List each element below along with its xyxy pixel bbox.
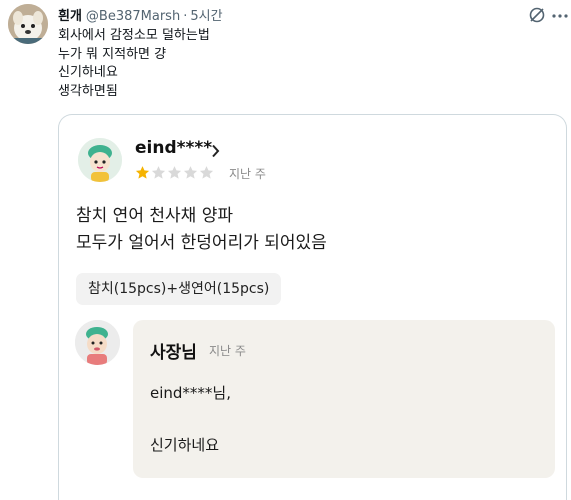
review-line: 참치 연어 천사채 양파 bbox=[76, 206, 233, 226]
reviewer-name[interactable]: eind**** bbox=[135, 138, 212, 158]
author-handle[interactable]: @Be387Marsh bbox=[86, 9, 180, 24]
separator-dot: · bbox=[183, 9, 188, 24]
star-filled-icon bbox=[135, 166, 150, 179]
tweet-line: 생각하면됨 bbox=[58, 83, 118, 99]
star-empty-icon bbox=[183, 166, 198, 179]
review-text: 참치 연어 천사채 양파 모두가 얼어서 한덩어리가 되어있음 bbox=[76, 203, 327, 257]
star-empty-icon bbox=[199, 166, 214, 179]
star-rating bbox=[135, 165, 215, 181]
dog-avatar-icon bbox=[8, 4, 48, 44]
more-icon[interactable] bbox=[552, 14, 568, 18]
tweet-line: 신기하네요 bbox=[58, 65, 118, 80]
owner-character-icon bbox=[75, 320, 120, 365]
owner-avatar bbox=[75, 320, 120, 365]
author-name[interactable]: 흰개 bbox=[58, 9, 82, 24]
reply-date: 지난 주 bbox=[209, 344, 246, 358]
owner-name: 사장님 bbox=[150, 343, 197, 363]
grok-icon[interactable] bbox=[528, 6, 546, 24]
chevron-right-icon[interactable] bbox=[211, 144, 220, 158]
tweet-line: 회사에서 감정소모 덜하는법 bbox=[58, 28, 210, 43]
reply-message: 신기하네요 bbox=[150, 436, 220, 454]
review-date: 지난 주 bbox=[229, 167, 266, 181]
star-empty-icon bbox=[151, 166, 166, 179]
tweet-line: 누가 뭐 지적하면 걍 bbox=[58, 46, 167, 62]
tweet-time[interactable]: 5시간 bbox=[190, 9, 222, 24]
tweet-media-image[interactable]: eind**** 지난 주 참치 연어 천사채 양파 모두가 얼어서 한덩어리가… bbox=[58, 114, 567, 500]
reviewer-avatar bbox=[78, 138, 122, 182]
author-avatar[interactable] bbox=[8, 4, 48, 44]
reply-greeting: eind****님, bbox=[150, 384, 231, 402]
tweet-header: 흰개 @Be387Marsh · 5시간 bbox=[58, 5, 223, 24]
order-option-chip: 참치(15pcs)+생연어(15pcs) bbox=[76, 273, 282, 305]
character-avatar-icon bbox=[78, 138, 122, 182]
review-line: 모두가 얼어서 한덩어리가 되어있음 bbox=[76, 233, 327, 253]
tweet-text: 회사에서 감정소모 덜하는법 누가 뭐 지적하면 걍 신기하네요 생각하면됨 bbox=[58, 27, 210, 101]
owner-reply-box: 사장님 지난 주 eind****님, 신기하네요 bbox=[133, 320, 555, 478]
star-empty-icon bbox=[167, 166, 182, 179]
